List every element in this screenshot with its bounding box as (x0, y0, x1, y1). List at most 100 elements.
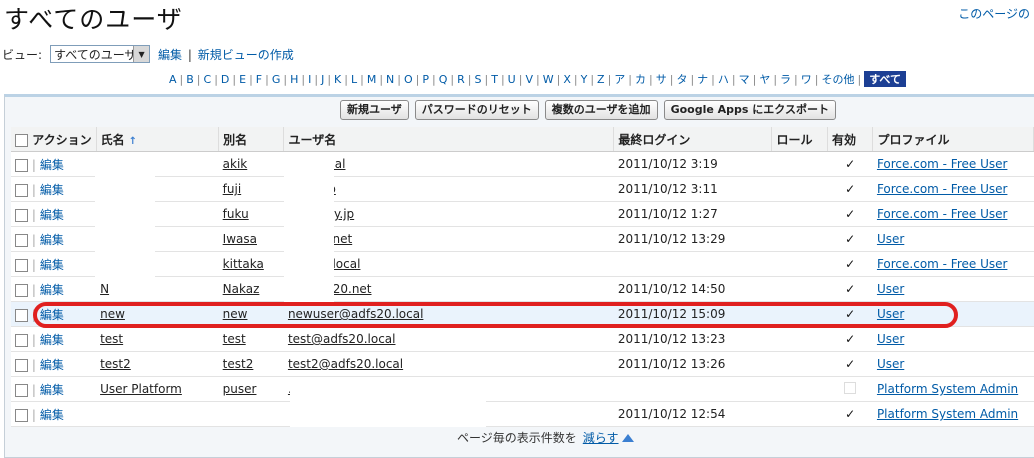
table-row[interactable]: | 編集 test test test@adfs20.local 2011/10/12 1… (11, 326, 1034, 352)
edit-link[interactable]: 編集 (40, 258, 64, 272)
edit-link[interactable]: 編集 (40, 283, 64, 297)
edit-link[interactable]: 編集 (40, 333, 64, 347)
row-checkbox[interactable] (15, 258, 28, 272)
triangle-up-icon[interactable] (621, 433, 634, 442)
alpha-filter-item[interactable]: カ (632, 71, 649, 87)
new-user-button[interactable]: 新規ユーザ (340, 100, 409, 120)
alpha-filter-item[interactable]: V (522, 73, 536, 86)
show-fewer-link[interactable]: 減らす (583, 429, 619, 446)
row-checkbox[interactable] (15, 358, 28, 372)
alpha-filter-item[interactable]: X (560, 73, 574, 86)
alias-link[interactable]: fuji (223, 182, 242, 196)
row-checkbox[interactable] (15, 408, 28, 422)
alpha-filter-item[interactable]: L (348, 73, 360, 86)
select-all-checkbox[interactable] (15, 133, 28, 147)
alias-link[interactable]: test2 (223, 357, 254, 371)
alpha-filter-item[interactable]: その他 (818, 71, 857, 87)
header-name[interactable]: 氏名 ↑ (96, 127, 220, 152)
edit-link[interactable]: 編集 (40, 408, 64, 422)
alpha-filter-item[interactable]: J (318, 73, 327, 86)
user-name-link[interactable]: test (100, 332, 123, 346)
alpha-filter-item[interactable]: K (331, 73, 344, 86)
profile-link[interactable]: Platform System Admin (877, 382, 1018, 396)
user-name-link[interactable]: User Platform (100, 382, 182, 396)
table-row[interactable]: |編集Iwasaadfs20.net2011/10/12 13:29✓User (11, 226, 1034, 252)
view-edit-link[interactable]: 編集 (158, 48, 182, 62)
alpha-filter-item[interactable]: O (401, 73, 416, 86)
edit-link[interactable]: 編集 (40, 358, 64, 372)
reset-password-button[interactable]: パスワードのリセット (414, 100, 539, 120)
username-link[interactable]: test@adfs20.local (288, 332, 396, 346)
alias-link[interactable]: Nakaz (223, 282, 260, 296)
alpha-filter-item[interactable]: C (201, 73, 215, 86)
header-last-login[interactable]: 最終ログイン (613, 127, 773, 152)
alpha-filter-item[interactable]: ラ (777, 71, 794, 87)
alpha-filter-item[interactable]: P (419, 73, 432, 86)
alpha-filter-item[interactable]: ヤ (756, 71, 773, 87)
alpha-filter-item[interactable]: F (253, 73, 265, 86)
alpha-filter-item[interactable]: T (488, 73, 501, 86)
profile-link[interactable]: Force.com - Free User (877, 207, 1008, 221)
profile-link[interactable]: User (877, 332, 904, 346)
alpha-filter-item[interactable]: H (287, 73, 301, 86)
alpha-filter-item[interactable]: U (505, 73, 519, 86)
profile-link[interactable]: Force.com - Free User (877, 182, 1008, 196)
alpha-filter-item[interactable]: Q (436, 73, 451, 86)
row-checkbox[interactable] (15, 158, 28, 172)
table-row[interactable]: |編集User Platformpuser.co.jpPlatform Syst… (11, 376, 1034, 402)
edit-link[interactable]: 編集 (40, 383, 64, 397)
row-checkbox[interactable] (15, 308, 28, 322)
table-row[interactable]: |編集ofujientity.jp2011/10/12 3:11✓Force.c… (11, 176, 1034, 202)
header-alias[interactable]: 別名 (218, 127, 285, 152)
export-google-apps-button[interactable]: Google Apps にエクスポート (663, 100, 836, 120)
alpha-filter-item[interactable]: サ (653, 71, 670, 87)
table-row[interactable]: |編集aakikfs20.local2011/10/12 3:19✓Force.… (11, 151, 1034, 177)
alias-link[interactable]: kittaka (223, 257, 264, 271)
alpha-filter-item[interactable]: S (472, 73, 485, 86)
alias-link[interactable]: fuku (223, 207, 249, 221)
table-row[interactable]: |編集ongokittakaadfs20.local✓Force.com - F… (11, 251, 1034, 277)
alpha-filter-item[interactable]: G (269, 73, 284, 86)
profile-link[interactable]: Platform System Admin (877, 407, 1018, 421)
alpha-filter-item[interactable]: W (540, 73, 557, 86)
alpha-filter-item[interactable]: ナ (694, 71, 711, 87)
profile-link[interactable]: User (877, 282, 904, 296)
username-link[interactable]: test2@adfs20.local (288, 357, 403, 371)
alias-link[interactable]: puser (223, 382, 257, 396)
edit-link[interactable]: 編集 (40, 233, 64, 247)
edit-link[interactable]: 編集 (40, 208, 64, 222)
alpha-filter-item[interactable]: D (218, 73, 232, 86)
alpha-filter-item[interactable]: N (383, 73, 397, 86)
view-select[interactable]: すべてのユーザ ▼ (50, 45, 151, 63)
alpha-filter-item[interactable]: ワ (798, 71, 815, 87)
alpha-filter-item[interactable]: I (305, 73, 314, 86)
row-checkbox[interactable] (15, 283, 28, 297)
header-role[interactable]: ロール (771, 127, 828, 152)
header-profile[interactable]: プロファイル (872, 127, 1034, 152)
alias-link[interactable]: Iwasa (223, 232, 257, 246)
profile-link[interactable]: Force.com - Free User (877, 257, 1008, 271)
alpha-filter-all[interactable]: すべて (864, 71, 906, 87)
profile-link[interactable]: User (877, 357, 904, 371)
row-checkbox[interactable] (15, 208, 28, 222)
profile-link[interactable]: Force.com - Free User (877, 157, 1008, 171)
alpha-filter-item[interactable]: Y (578, 73, 591, 86)
alias-link[interactable]: akik (223, 157, 248, 171)
alpha-filter-item[interactable]: ハ (715, 71, 732, 87)
new-view-link[interactable]: 新規ビューの作成 (198, 48, 294, 62)
row-checkbox[interactable] (15, 183, 28, 197)
chevron-down-icon[interactable]: ▼ (133, 46, 150, 62)
edit-link[interactable]: 編集 (40, 158, 64, 172)
edit-link[interactable]: 編集 (40, 183, 64, 197)
row-checkbox[interactable] (15, 333, 28, 347)
header-username[interactable]: ユーザ名 (283, 127, 615, 152)
header-active[interactable]: 有効 (827, 127, 874, 152)
row-checkbox[interactable] (15, 233, 28, 247)
profile-link[interactable]: User (877, 232, 904, 246)
alpha-filter-item[interactable]: タ (673, 71, 690, 87)
alpha-filter-item[interactable]: ア (611, 71, 628, 87)
alpha-filter-item[interactable]: マ (736, 71, 753, 87)
row-checkbox[interactable] (15, 383, 28, 397)
alpha-filter-item[interactable]: R (454, 73, 468, 86)
add-multiple-users-button[interactable]: 複数のユーザを追加 (544, 100, 658, 120)
